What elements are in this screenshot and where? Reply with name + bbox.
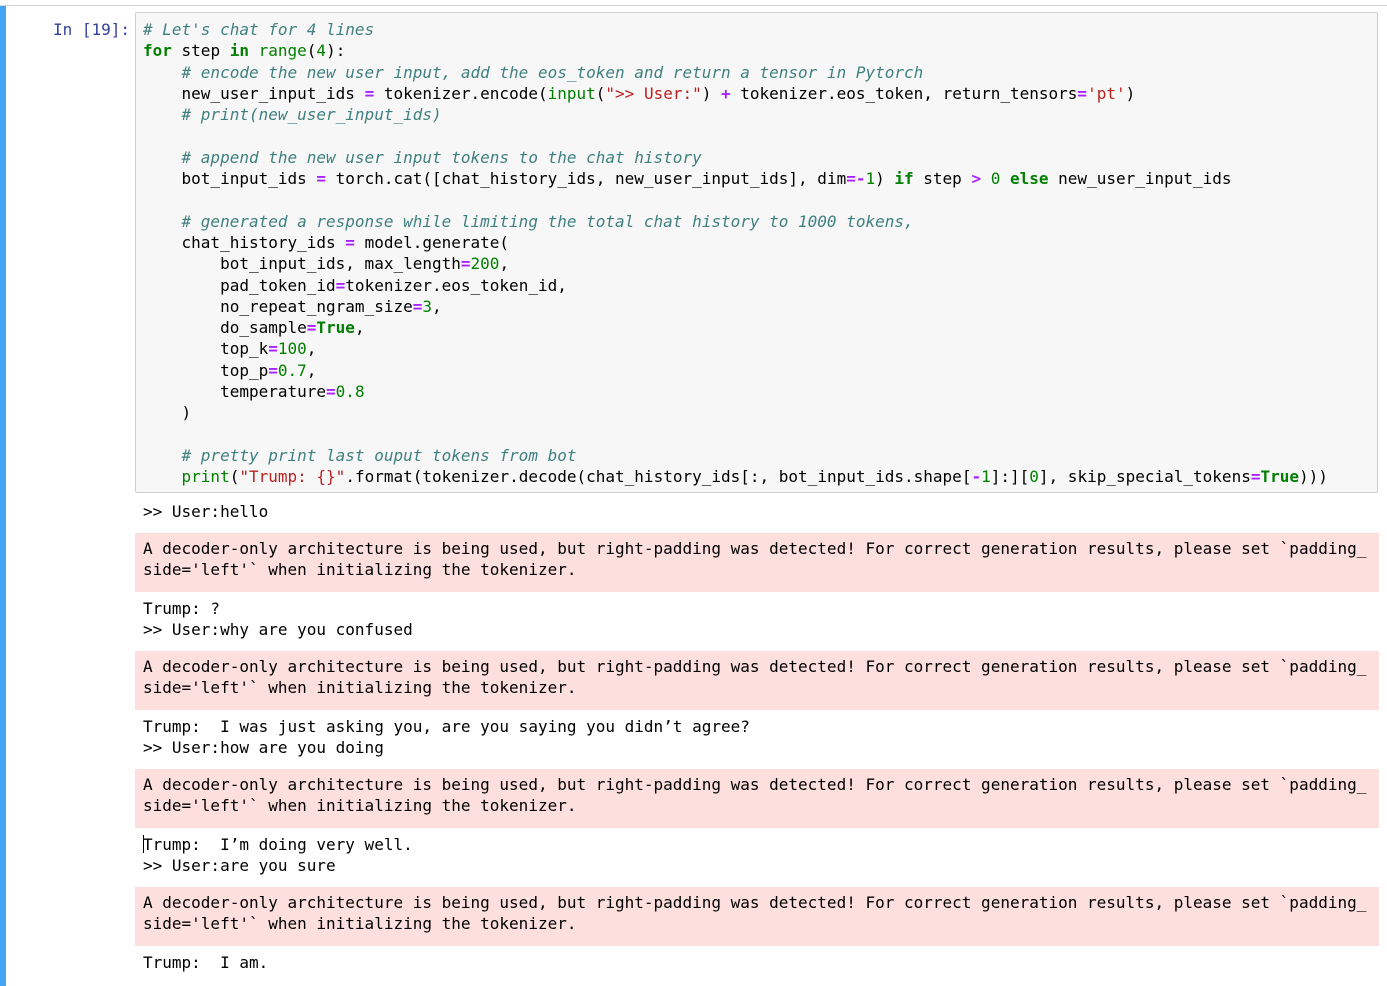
- operator: =: [306, 318, 317, 338]
- code-token: pad_token_id: [143, 275, 336, 295]
- string: ">> User:": [605, 83, 702, 103]
- string: 'pt': [1087, 83, 1126, 103]
- code-token: temperature: [143, 382, 327, 402]
- code-editor[interactable]: # Let's chat for 4 lines for step in ran…: [135, 12, 1378, 493]
- operator: -: [971, 467, 982, 487]
- input-prompt: In [19]:: [52, 20, 130, 39]
- code-comment: # encode the new user input, add the eos…: [143, 62, 924, 82]
- number: 1: [981, 467, 991, 487]
- number: 3: [422, 296, 432, 316]
- code-token: step: [171, 41, 230, 61]
- keyword-for: for: [143, 41, 172, 61]
- code-token: .format(tokenizer.decode(chat_history_id…: [345, 467, 972, 487]
- operator: +: [721, 83, 731, 103]
- keyword-if: if: [894, 169, 914, 189]
- code-cell[interactable]: In [19]: # Let's chat for 4 lines for st…: [0, 6, 1387, 986]
- operator: =: [268, 360, 278, 380]
- number: 4: [316, 41, 327, 61]
- builtin-print: print: [181, 467, 230, 487]
- code-token: bot_input_ids: [143, 169, 317, 189]
- cell-selection-bar: [0, 6, 6, 986]
- code-token: tokenizer.encode(: [374, 83, 548, 103]
- code-token: ]:][: [990, 467, 1030, 487]
- code-text[interactable]: # Let's chat for 4 lines for step in ran…: [143, 19, 1328, 488]
- code-token: tokenizer.eos_token_id,: [345, 275, 567, 295]
- code-token: ,: [432, 296, 442, 316]
- builtin-input: input: [547, 83, 596, 103]
- code-token: chat_history_ids: [143, 232, 346, 252]
- operator: =-: [846, 169, 866, 189]
- code-token: (: [306, 41, 317, 61]
- code-token: ,: [306, 360, 317, 380]
- operator: =: [268, 339, 278, 359]
- code-token: tokenizer.eos_token, return_tensors: [730, 83, 1078, 103]
- output-stdout-with-cursor[interactable]: Trump: I’m doing very well. >> User:are …: [135, 834, 1379, 877]
- code-token: ):: [326, 41, 346, 61]
- code-token: ,: [499, 254, 510, 274]
- code-token: ], skip_special_tokens: [1038, 467, 1251, 487]
- output-stdout: Trump: I am.: [143, 953, 269, 972]
- operator: =: [335, 275, 346, 295]
- operator: =: [460, 254, 471, 274]
- operator: =: [326, 382, 336, 402]
- number: 200: [470, 254, 500, 274]
- number: 0.7: [277, 360, 307, 380]
- code-token: ): [875, 169, 895, 189]
- keyword-true: True: [1260, 467, 1299, 487]
- code-token: do_sample: [143, 318, 307, 338]
- output-stdout: Trump: I was just asking you, are you sa…: [143, 717, 750, 758]
- code-token: top_k: [143, 339, 269, 359]
- code-comment: # generated a response while limiting th…: [143, 211, 914, 231]
- operator: =: [364, 83, 375, 103]
- code-token: ): [701, 83, 721, 103]
- operator: =: [1077, 83, 1088, 103]
- code-token: bot_input_ids, max_length: [143, 254, 461, 274]
- code-token: (: [595, 83, 606, 103]
- code-token: top_p: [143, 360, 269, 380]
- keyword-true: True: [316, 318, 355, 338]
- code-comment: # append the new user input tokens to th…: [143, 147, 702, 167]
- number: 0: [1029, 467, 1039, 487]
- operator: =: [412, 296, 423, 316]
- code-token: no_repeat_ngram_size: [143, 296, 413, 316]
- code-comment: # print(new_user_input_ids): [143, 105, 442, 125]
- output-stderr-warning: A decoder-only architecture is being use…: [135, 533, 1379, 592]
- output-stderr-warning: A decoder-only architecture is being use…: [135, 769, 1379, 828]
- output-stderr-warning: A decoder-only architecture is being use…: [135, 651, 1379, 710]
- number: 1: [865, 169, 876, 189]
- code-token: step: [913, 169, 972, 189]
- code-comment: # pretty print last ouput tokens from bo…: [143, 445, 577, 465]
- number: 0.8: [335, 382, 365, 402]
- operator: =: [345, 232, 355, 252]
- code-token: torch.cat([chat_history_ids, new_user_in…: [326, 169, 847, 189]
- output-stdout: >> User:hello: [143, 502, 269, 521]
- code-token: ): [143, 403, 192, 423]
- keyword-in: in: [229, 41, 249, 61]
- code-token: ,: [306, 339, 317, 359]
- number: 100: [277, 339, 307, 359]
- builtin-range: range: [258, 41, 307, 61]
- code-token: ,: [354, 318, 365, 338]
- keyword-else: else: [1010, 169, 1049, 189]
- output-stdout: Trump: ? >> User:why are you confused: [143, 599, 413, 640]
- code-token: ))): [1299, 467, 1328, 487]
- output-text: Trump: I’m doing very well. >> User:are …: [143, 835, 413, 876]
- code-token: new_user_input_ids: [143, 83, 365, 103]
- operator: =: [316, 169, 327, 189]
- string: "Trump: {}": [239, 467, 346, 487]
- code-token: ): [1125, 83, 1136, 103]
- operator: >: [971, 169, 982, 189]
- code-token: model.generate(: [354, 232, 510, 252]
- code-token: new_user_input_ids: [1048, 169, 1232, 189]
- code-comment: # Let's chat for 4 lines: [143, 20, 375, 39]
- output-stderr-warning: A decoder-only architecture is being use…: [135, 887, 1379, 946]
- code-token: (: [229, 467, 240, 487]
- number: 0: [990, 169, 1001, 189]
